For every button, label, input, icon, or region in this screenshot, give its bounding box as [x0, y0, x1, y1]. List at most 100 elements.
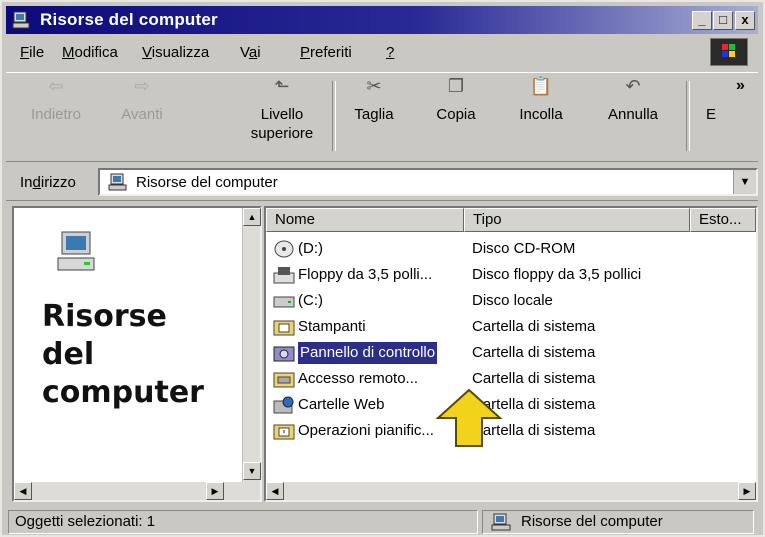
- item-name: Operazioni pianific...: [298, 422, 434, 439]
- window-title: Risorse del computer: [40, 10, 218, 29]
- address-value: Risorse del computer: [136, 174, 278, 191]
- printers-folder-icon: [273, 320, 295, 336]
- undo-label: Annulla: [607, 106, 659, 123]
- list-item[interactable]: Floppy da 3,5 polli... Disco floppy da 3…: [266, 262, 746, 288]
- cut-label: Taglia: [354, 106, 394, 123]
- column-header-extra[interactable]: Esto...: [690, 208, 756, 232]
- yellow-pointer-arrow-icon: [435, 388, 503, 447]
- item-name: Floppy da 3,5 polli...: [298, 266, 433, 283]
- list-horizontal-scrollbar[interactable]: ◀ ▶: [266, 482, 756, 500]
- item-type: Disco CD-ROM: [472, 240, 576, 257]
- copy-label: Copia: [436, 106, 476, 123]
- paste-label: Incolla: [519, 106, 563, 123]
- scroll-down-button[interactable]: ▼: [243, 462, 261, 480]
- undo-button[interactable]: ↶ Annulla: [592, 77, 674, 124]
- column-header-type[interactable]: Tipo: [464, 208, 690, 232]
- toolbar-separator: [332, 81, 336, 151]
- copy-icon: ❐: [447, 76, 465, 96]
- menu-visualizza[interactable]: Visualizza: [142, 44, 209, 61]
- menu-file[interactable]: File: [20, 44, 44, 61]
- cut-button[interactable]: ✂ Taglia: [342, 77, 406, 124]
- status-selected-count: Oggetti selezionati: 1: [8, 510, 478, 534]
- close-button[interactable]: x: [735, 11, 755, 30]
- my-computer-icon: [108, 173, 127, 191]
- status-bar: Oggetti selezionati: 1 Risorse del compu…: [6, 508, 758, 536]
- menu-preferiti[interactable]: Preferiti: [300, 44, 352, 61]
- back-label: Indietro: [30, 106, 82, 123]
- control-panel-icon: [273, 346, 295, 362]
- item-name: (C:): [298, 292, 323, 309]
- menu-help[interactable]: ?: [386, 44, 394, 61]
- scissors-icon: ✂: [366, 76, 382, 96]
- item-name: Cartelle Web: [298, 396, 385, 413]
- address-field[interactable]: Risorse del computer ▼: [98, 168, 758, 196]
- list-item[interactable]: Accesso remoto... Cartella di sistema: [266, 366, 746, 392]
- scroll-left-button[interactable]: ◀: [266, 482, 284, 500]
- file-list-panel: Nome Tipo Esto... (D:) Disco CD-ROM Flop…: [264, 206, 758, 502]
- up-level-button[interactable]: ⬑ Livello superiore: [242, 77, 322, 143]
- list-item-selected[interactable]: Pannello di controllo Cartella di sistem…: [266, 340, 746, 366]
- toolbar-separator: [686, 81, 690, 151]
- address-bar: Indirizzo Risorse del computer ▼: [6, 164, 758, 201]
- item-name: Pannello di controllo: [298, 342, 438, 364]
- menu-vai[interactable]: Vai: [240, 44, 261, 61]
- item-type: Disco floppy da 3,5 pollici: [472, 266, 642, 283]
- paste-icon: 📋: [529, 76, 553, 96]
- item-name: (D:): [298, 240, 323, 257]
- left-panel-title: Risorse del computer: [42, 299, 204, 410]
- windows-logo-icon: [710, 38, 748, 66]
- address-dropdown-button[interactable]: ▼: [733, 170, 756, 194]
- scroll-left-button[interactable]: ◀: [14, 482, 32, 500]
- toolbar: ⇦ Indietro ⇨ Avanti ⬑ Livello superiore …: [6, 72, 758, 162]
- my-computer-icon: [491, 513, 511, 531]
- menu-modifica[interactable]: Modifica: [62, 44, 118, 61]
- web-folders-icon: [273, 396, 294, 414]
- floppy-icon: [273, 267, 295, 284]
- forward-arrow-icon: ⇨: [134, 76, 150, 96]
- left-horizontal-scrollbar[interactable]: ◀ ▶: [14, 482, 244, 500]
- item-type: Cartella di sistema: [472, 370, 596, 387]
- title-bar[interactable]: Risorse del computer _ □ x: [6, 6, 758, 34]
- list-item[interactable]: Stampanti Cartella di sistema: [266, 314, 746, 340]
- my-computer-large-icon: [57, 231, 95, 271]
- harddisk-icon: [273, 296, 295, 308]
- toolbar-chevron-icon[interactable]: »: [736, 77, 745, 95]
- forward-button[interactable]: ⇨ Avanti: [106, 77, 178, 124]
- item-type: Disco locale: [472, 292, 553, 309]
- up-folder-icon: ⬑: [274, 76, 290, 96]
- address-label: Indirizzo: [20, 174, 76, 191]
- paste-button[interactable]: 📋 Incolla: [506, 77, 576, 124]
- left-vertical-scrollbar[interactable]: ▲ ▼: [242, 208, 261, 500]
- more-button[interactable]: E: [696, 77, 726, 124]
- dialup-icon: [273, 372, 295, 388]
- left-info-panel: Risorse del computer ▲ ▼ ◀ ▶: [12, 206, 262, 502]
- minimize-button[interactable]: _: [692, 11, 712, 30]
- up-label-line1: Livello: [260, 106, 304, 123]
- back-button[interactable]: ⇦ Indietro: [20, 77, 92, 124]
- status-location-text: Risorse del computer: [521, 513, 663, 530]
- scroll-up-button[interactable]: ▲: [243, 208, 261, 226]
- undo-icon: ↶: [625, 76, 641, 96]
- item-name: Accesso remoto...: [298, 370, 419, 387]
- list-item[interactable]: Cartelle Web Cartella di sistema: [266, 392, 746, 418]
- back-arrow-icon: ⇦: [48, 76, 64, 96]
- item-type: Cartella di sistema: [472, 318, 596, 335]
- scheduled-tasks-icon: [273, 424, 295, 440]
- copy-button[interactable]: ❐ Copia: [424, 77, 488, 124]
- explorer-window: Risorse del computer _ □ x File Modifica…: [0, 0, 765, 537]
- menu-bar: File Modifica Visualizza Vai Preferiti ?: [6, 36, 758, 68]
- up-label-line2: superiore: [250, 125, 314, 142]
- status-location: Risorse del computer: [482, 510, 754, 534]
- list-item[interactable]: (D:) Disco CD-ROM: [266, 236, 746, 262]
- scroll-right-button[interactable]: ▶: [206, 482, 224, 500]
- column-header-name[interactable]: Nome: [266, 208, 464, 232]
- item-name: Stampanti: [298, 318, 366, 335]
- list-item[interactable]: (C:) Disco locale: [266, 288, 746, 314]
- maximize-button[interactable]: □: [713, 11, 733, 30]
- list-item[interactable]: Operazioni pianific... Cartella di siste…: [266, 418, 746, 444]
- item-type: Cartella di sistema: [472, 344, 596, 361]
- more-label: E: [705, 106, 716, 123]
- scroll-right-button[interactable]: ▶: [738, 482, 756, 500]
- more-icon: [696, 77, 726, 105]
- my-computer-icon: [12, 11, 30, 29]
